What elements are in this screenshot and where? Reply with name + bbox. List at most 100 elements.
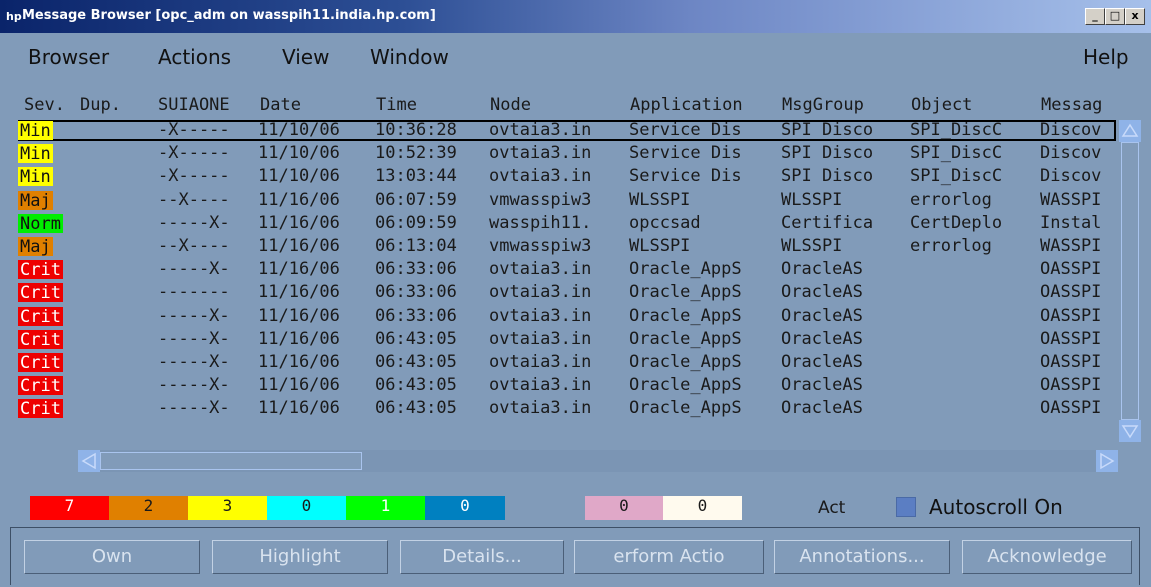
cell-flags: --X---- [158,236,230,256]
col-header-dup[interactable]: Dup. [80,95,121,115]
title-bar[interactable]: hp Message Browser [opc_adm on wasspih11… [0,0,1151,33]
details-button[interactable]: Details... [400,540,564,574]
cell-group: SPI Disco [781,120,874,140]
cell-time: 10:36:28 [375,120,457,140]
message-row[interactable]: Crit ------- 11/16/06 06:33:06 ovtaia3.in Ora… [18,282,1116,303]
message-row[interactable]: Crit -----X- 11/16/06 06:43:05 ovtaia3.in Ora… [18,352,1116,373]
close-button[interactable]: x [1125,8,1145,25]
cell-msg: Discov [1040,120,1102,140]
minimize-button[interactable]: _ [1085,8,1105,25]
col-header-object[interactable]: Object [911,95,972,115]
annotations-button[interactable]: Annotations... [774,540,950,574]
window-title: Message Browser [opc_adm on wasspih11.in… [22,8,436,23]
severity-badge: Norm [18,213,63,234]
message-row[interactable]: Maj --X---- 11/16/06 06:13:04 vmwasspiw3 WLSS… [18,236,1116,257]
cell-msg: OASSPI [1040,328,1102,349]
scroll-left-arrow-icon[interactable] [78,450,100,472]
count-normal[interactable]: 1 [346,496,425,520]
message-row[interactable]: Crit -----X- 11/16/06 06:43:05 ovtaia3.in Ora… [18,375,1116,396]
count-warning[interactable]: 0 [267,496,346,520]
cell-node: ovtaia3.in [489,282,592,303]
message-list[interactable]: Min -X----- 11/10/06 10:36:28 ovtaia3.in Serv… [18,120,1116,442]
horizontal-scrollbar[interactable] [78,450,1118,472]
col-header-message[interactable]: Messag [1041,95,1113,115]
message-row[interactable]: Crit -----X- 11/16/06 06:43:05 ovtaia3.in Ora… [18,329,1116,350]
perform-action-button[interactable]: erform Actio [574,540,764,574]
cell-date: 11/16/06 [258,375,340,396]
cell-date: 11/10/06 [258,120,340,140]
maximize-button[interactable]: □ [1105,8,1125,25]
own-button[interactable]: Own [24,540,200,574]
col-header-date[interactable]: Date [260,95,301,115]
cell-flags: -----X- [158,212,230,233]
cell-group: OracleAS [781,328,863,349]
autoscroll-checkbox[interactable] [896,497,916,517]
cell-node: ovtaia3.in [489,398,592,419]
scroll-down-arrow-icon[interactable] [1119,420,1141,442]
cell-date: 11/16/06 [258,305,340,326]
cell-date: 11/16/06 [258,259,340,280]
col-header-sev[interactable]: Sev. [24,95,65,115]
cell-time: 06:33:06 [375,282,457,303]
horizontal-scroll-thumb[interactable] [100,452,362,470]
menu-window[interactable]: Window [370,45,449,69]
cell-node: ovtaia3.in [489,305,592,326]
count-critical[interactable]: 7 [30,496,109,520]
severity-badge: Crit [18,260,63,281]
cell-flags: -X----- [158,120,230,140]
acknowledge-button[interactable]: Acknowledge [962,540,1132,574]
count-major[interactable]: 2 [109,496,188,520]
col-header-msggroup[interactable]: MsgGroup [782,95,864,115]
cell-flags: -----X- [158,259,230,280]
cell-group: WLSSPI [781,189,843,210]
message-row[interactable]: Min -X----- 11/10/06 10:36:28 ovtaia3.in Serv… [18,120,1116,141]
menu-browser[interactable]: Browser [28,45,109,69]
cell-msg: Discov [1040,166,1102,187]
message-row[interactable]: Min -X----- 11/10/06 13:03:44 ovtaia3.in Serv… [18,166,1116,187]
cell-app: Oracle_AppS [629,328,742,349]
cell-app: Service Dis [629,166,742,187]
message-row[interactable]: Min -X----- 11/10/06 10:52:39 ovtaia3.in Serv… [18,143,1116,164]
message-row[interactable]: Crit -----X- 11/16/06 06:33:06 ovtaia3.in Ora… [18,306,1116,327]
cell-group: OracleAS [781,282,863,303]
count-pink[interactable]: 0 [585,496,663,520]
scroll-up-arrow-icon[interactable] [1119,120,1141,142]
message-row[interactable]: Crit -----X- 11/16/06 06:43:05 ovtaia3.in Ora… [18,398,1116,419]
vertical-scrollbar[interactable] [1119,120,1141,442]
cell-node: ovtaia3.in [489,120,592,140]
cell-app: Oracle_AppS [629,259,742,280]
col-header-application[interactable]: Application [630,95,743,115]
menu-actions[interactable]: Actions [158,45,231,69]
severity-badge: Crit [18,353,63,373]
autoscroll-label[interactable]: Autoscroll On [929,494,1063,520]
highlight-button[interactable]: Highlight [212,540,388,574]
cell-msg: WASSPI [1040,236,1102,256]
severity-badge: Crit [18,399,63,420]
col-header-suiaone[interactable]: SUIAONE [158,95,230,115]
hp-icon: hp [6,10,22,23]
scroll-right-arrow-icon[interactable] [1096,450,1118,472]
count-white[interactable]: 0 [663,496,742,520]
vertical-scroll-thumb[interactable] [1121,142,1139,420]
message-browser-window: hp Message Browser [opc_adm on wasspih11… [0,0,1151,587]
menu-view[interactable]: View [282,45,329,69]
severity-badge: Min [18,167,53,188]
cell-msg: OASSPI [1040,375,1102,396]
count-unknown[interactable]: 0 [425,496,505,520]
message-row[interactable]: Crit -----X- 11/16/06 06:33:06 ovtaia3.in Ora… [18,259,1116,280]
count-minor[interactable]: 3 [188,496,267,520]
message-row[interactable]: Norm -----X- 11/16/06 06:09:59 wasspih11. opc… [18,213,1116,234]
menu-help[interactable]: Help [1083,45,1129,69]
col-header-time[interactable]: Time [376,95,417,115]
cell-app: Oracle_AppS [629,398,742,419]
cell-time: 06:43:05 [375,398,457,419]
cell-node: ovtaia3.in [489,328,592,349]
message-row[interactable]: Maj --X---- 11/16/06 06:07:59 vmwasspiw3 WLSS… [18,190,1116,211]
cell-object: SPI_DiscC [910,120,1003,140]
col-header-node[interactable]: Node [490,95,531,115]
cell-object: CertDeplo [910,212,1003,233]
cell-node: ovtaia3.in [489,166,592,187]
cell-app: opccsad [629,212,701,233]
cell-group: SPI Disco [781,143,874,164]
cell-time: 13:03:44 [375,166,457,187]
